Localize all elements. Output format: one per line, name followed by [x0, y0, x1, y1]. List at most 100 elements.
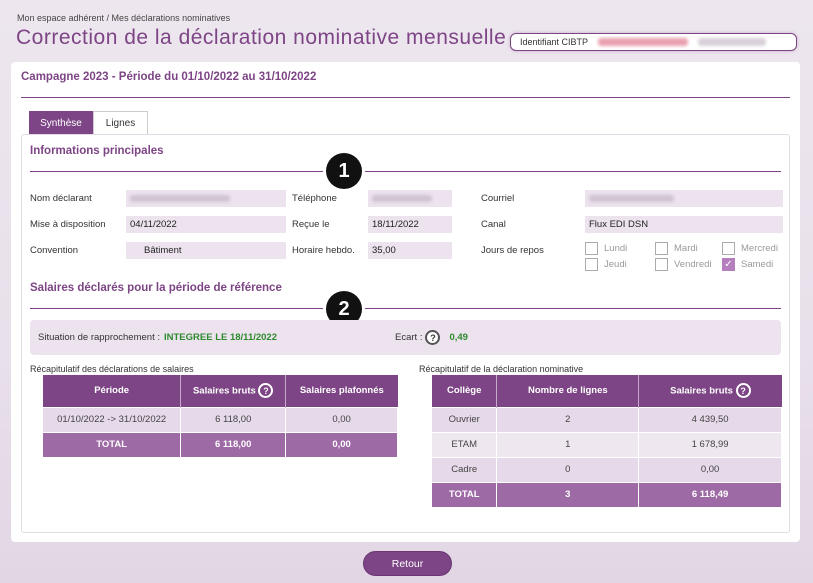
checkbox-jeudi-label: Jeudi — [604, 259, 627, 270]
checkbox-vendredi[interactable]: Vendredi — [655, 258, 712, 271]
page-title: Correction de la déclaration nominative … — [16, 26, 507, 49]
nom-declarant-field — [126, 190, 286, 207]
checkbox-vendredi-box[interactable] — [655, 258, 668, 271]
courriel-label: Courriel — [481, 193, 515, 204]
identifiant-blurred-value-2 — [698, 38, 767, 46]
table-row: ETAM 1 1 678,99 — [432, 431, 782, 457]
identifiant-blurred-value — [598, 38, 689, 46]
salaires-bruts-cell: 6 118,00 — [180, 406, 287, 432]
tab-lignes[interactable]: Lignes — [93, 111, 148, 135]
jours-repos-label: Jours de repos — [481, 245, 544, 256]
ecart-help-icon[interactable]: ? — [425, 330, 441, 345]
ecart-label: Ecart : — [395, 332, 423, 343]
total-label-cell: TOTAL — [43, 431, 182, 457]
telephone-field — [368, 190, 452, 207]
nombre-lignes-cell: 0 — [496, 456, 640, 482]
checkbox-jeudi-box[interactable] — [585, 258, 598, 271]
checkbox-mercredi-box[interactable] — [722, 242, 735, 255]
checkbox-mardi-box[interactable] — [655, 242, 668, 255]
section-salaires-title: Salaires déclarés pour la période de réf… — [30, 282, 282, 294]
total-nombre-lignes-cell: 3 — [496, 481, 640, 507]
nombre-lignes-cell: 1 — [496, 431, 640, 457]
horaire-hebdo-label: Horaire hebdo. — [292, 245, 355, 256]
convention-field: Bâtiment — [126, 242, 286, 259]
table-row: Ouvrier 2 4 439,50 — [432, 406, 782, 432]
marker-1: 1 — [326, 153, 362, 189]
nom-declarant-label: Nom déclarant — [30, 193, 92, 204]
convention-label: Convention — [30, 245, 79, 256]
campaign-divider — [21, 97, 790, 98]
campaign-title: Campagne 2023 - Période du 01/10/2022 au… — [21, 71, 317, 83]
total-salaires-bruts-cell: 6 118,00 — [180, 431, 287, 457]
recap-nominative-table: Collège Nombre de lignes Salaires bruts … — [432, 375, 782, 507]
canal-label: Canal — [481, 219, 506, 230]
periode-cell: 01/10/2022 -> 31/10/2022 — [43, 406, 182, 432]
college-cell: Cadre — [432, 456, 498, 482]
checkbox-samedi-label: Samedi — [741, 259, 774, 270]
nombre-lignes-cell: 2 — [496, 406, 640, 432]
canal-field: Flux EDI DSN — [585, 216, 783, 233]
header-periode: Période — [43, 375, 182, 407]
tab-synthese[interactable]: Synthèse — [29, 111, 93, 135]
retour-button[interactable]: Retour — [363, 551, 452, 576]
salaires-bruts-cell: 0,00 — [638, 456, 782, 482]
table-row: 01/10/2022 -> 31/10/2022 6 118,00 0,00 — [43, 406, 398, 432]
section-informations-divider — [30, 171, 781, 172]
table-row: Cadre 0 0,00 — [432, 456, 782, 482]
recue-le-label: Reçue le — [292, 219, 330, 230]
total-salaires-bruts-cell: 6 118,49 — [638, 481, 782, 507]
header-college: Collège — [432, 375, 498, 407]
checkmark-icon[interactable]: ✓ — [722, 258, 735, 271]
college-cell: ETAM — [432, 431, 498, 457]
courriel-field — [585, 190, 783, 207]
synthese-panel: Informations principales 1 Nom déclarant… — [21, 134, 790, 533]
section-informations-title: Informations principales — [30, 145, 164, 157]
recue-le-field: 18/11/2022 — [368, 216, 452, 233]
salaires-plafonnes-cell: 0,00 — [285, 406, 398, 432]
section-salaires-divider — [30, 308, 781, 309]
mise-a-disposition-label: Mise à disposition — [30, 219, 106, 230]
header-salaires-plafonnes: Salaires plafonnés — [285, 375, 398, 407]
total-label-cell: TOTAL — [432, 481, 498, 507]
courriel-blurred — [589, 195, 674, 202]
telephone-blurred — [372, 195, 432, 202]
college-cell: Ouvrier — [432, 406, 498, 432]
checkbox-jeudi[interactable]: Jeudi — [585, 258, 627, 271]
checkbox-samedi[interactable]: ✓ Samedi — [722, 258, 773, 271]
rapprochement-label: Situation de rapprochement : — [38, 332, 160, 343]
recap-salaires-table: Période Salaires bruts ? Salaires plafon… — [43, 375, 398, 457]
recap-salaires-caption: Récapitulatif des déclarations de salair… — [30, 364, 194, 374]
salaires-bruts-cell: 1 678,99 — [638, 431, 782, 457]
horaire-hebdo-field: 35,00 — [368, 242, 452, 259]
ecart-value: 0,49 — [449, 332, 468, 343]
header-salaires-bruts: Salaires bruts ? — [180, 375, 287, 407]
salaires-bruts-cell: 4 439,50 — [638, 406, 782, 432]
header-salaires-bruts-nominative: Salaires bruts ? — [638, 375, 782, 407]
total-salaires-plafonnes-cell: 0,00 — [285, 431, 398, 457]
telephone-label: Téléphone — [292, 193, 337, 204]
checkbox-mardi[interactable]: Mardi — [655, 242, 698, 255]
breadcrumb: Mon espace adhérent / Mes déclarations n… — [17, 13, 231, 23]
identifiant-label: Identifiant CIBTP — [520, 37, 589, 47]
salaires-bruts-help-icon[interactable]: ? — [258, 383, 274, 399]
checkbox-lundi-box[interactable] — [585, 242, 598, 255]
identifiant-cibtp-field: Identifiant CIBTP — [510, 33, 797, 51]
rapprochement-bar: Situation de rapprochement : INTEGREE LE… — [30, 320, 781, 355]
rapprochement-status: INTEGREE LE 18/11/2022 — [164, 332, 278, 343]
checkbox-mardi-label: Mardi — [674, 243, 698, 254]
salaires-bruts-nominative-help-icon[interactable]: ? — [735, 383, 751, 399]
checkbox-lundi-label: Lundi — [604, 243, 628, 254]
mise-a-disposition-field: 04/11/2022 — [126, 216, 286, 233]
recap-nominative-caption: Récapitulatif de la déclaration nominati… — [419, 364, 584, 374]
checkbox-mercredi-label: Mercredi — [741, 243, 778, 254]
total-row: TOTAL 6 118,00 0,00 — [43, 431, 398, 457]
main-card: Campagne 2023 - Période du 01/10/2022 au… — [11, 62, 800, 542]
checkbox-vendredi-label: Vendredi — [674, 259, 712, 270]
checkbox-mercredi[interactable]: Mercredi — [722, 242, 778, 255]
checkbox-lundi[interactable]: Lundi — [585, 242, 627, 255]
nom-declarant-blurred — [130, 195, 230, 202]
total-row: TOTAL 3 6 118,49 — [432, 481, 782, 507]
header-salaires-bruts-nominative-label: Salaires bruts — [670, 385, 733, 397]
header-nombre-lignes: Nombre de lignes — [496, 375, 640, 407]
header-salaires-bruts-label: Salaires bruts — [192, 385, 256, 397]
